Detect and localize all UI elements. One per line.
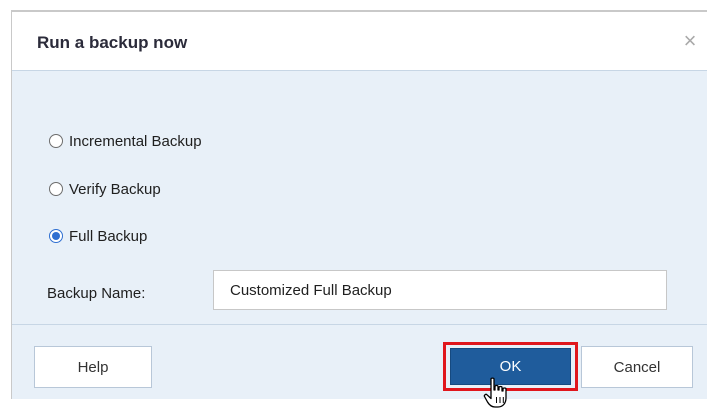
dialog-footer: Help OK Cancel xyxy=(12,324,707,408)
radio-verify-backup[interactable]: Verify Backup xyxy=(49,177,161,201)
radio-button-full[interactable] xyxy=(49,229,63,243)
dialog-title: Run a backup now xyxy=(37,33,188,52)
radio-incremental-backup[interactable]: Incremental Backup xyxy=(49,129,202,153)
radio-button-verify[interactable] xyxy=(49,182,63,196)
run-backup-dialog: Run a backup now × Incremental Backup Ve… xyxy=(11,10,707,408)
help-button[interactable]: Help xyxy=(34,346,152,388)
radio-button-incremental[interactable] xyxy=(49,134,63,148)
dialog-body: Incremental Backup Verify Backup Full Ba… xyxy=(12,71,707,324)
hand-cursor-icon xyxy=(483,377,507,408)
radio-label-incremental: Incremental Backup xyxy=(69,132,202,150)
close-icon[interactable]: × xyxy=(679,30,701,52)
radio-label-full: Full Backup xyxy=(69,227,148,245)
cancel-button[interactable]: Cancel xyxy=(581,346,693,388)
dialog-titlebar: Run a backup now × xyxy=(12,12,707,71)
ok-button[interactable]: OK xyxy=(450,348,571,385)
radio-full-backup[interactable]: Full Backup xyxy=(49,224,147,248)
backup-name-label: Backup Name: xyxy=(47,285,146,302)
backup-name-input[interactable] xyxy=(213,270,667,310)
radio-label-verify: Verify Backup xyxy=(69,180,161,198)
